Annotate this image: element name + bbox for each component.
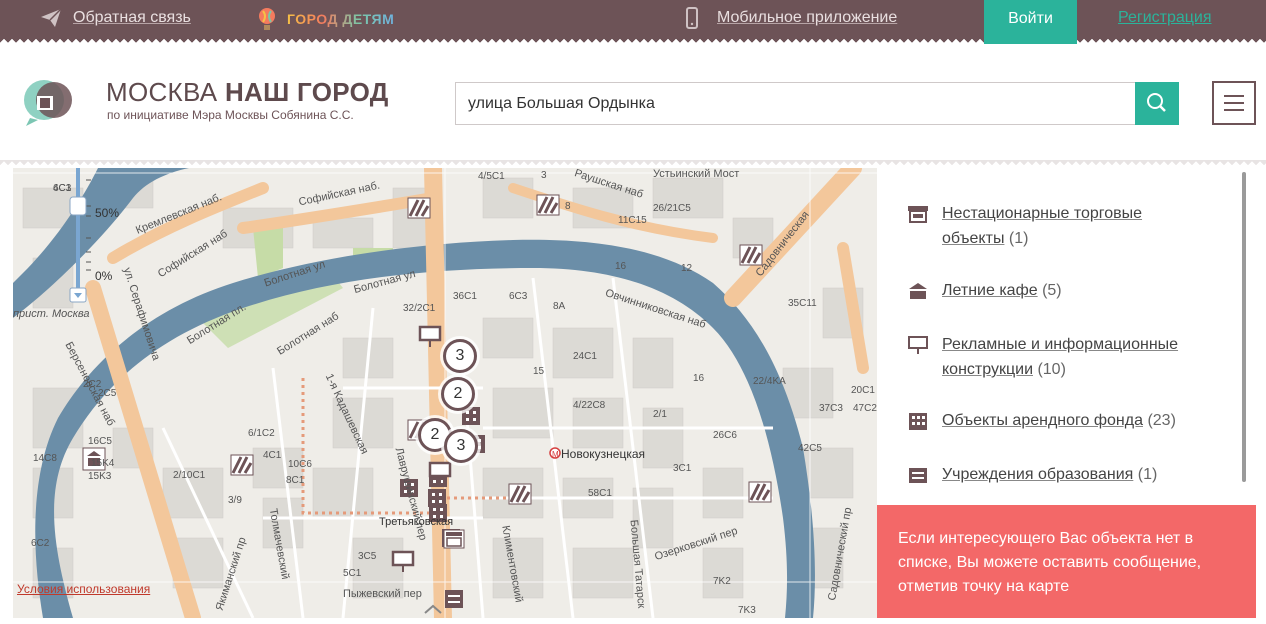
missing-object-notice[interactable]: Если интересующего Вас объекта нет в спи… xyxy=(877,505,1256,618)
house-number-label: 6/1C2 xyxy=(248,428,275,439)
house-number-label: 15 xyxy=(533,366,545,377)
menu-button[interactable] xyxy=(1212,81,1256,125)
house-number-label: 8A xyxy=(553,301,566,312)
house-number-label: 36C1 xyxy=(453,291,477,302)
login-button[interactable]: Войти xyxy=(984,0,1077,44)
metro-station-label[interactable]: Новокузнецкая xyxy=(561,447,645,461)
header-divider xyxy=(0,160,1266,168)
category-item-education[interactable]: Учреждения образования (1) xyxy=(907,462,1207,487)
street-label: Устьинский Мост xyxy=(653,168,740,180)
logo-icon[interactable] xyxy=(18,78,74,126)
house-number-label: 6C1 xyxy=(53,183,72,194)
map-cluster-marker[interactable]: 3 xyxy=(443,339,477,373)
house-number-label: 2C5 xyxy=(98,388,117,399)
street-label: Пыжевский пер xyxy=(343,588,422,600)
paper-plane-icon xyxy=(40,8,62,33)
building-icon xyxy=(907,411,929,431)
svg-text:M: M xyxy=(552,450,559,459)
house-number-label: 24C1 xyxy=(573,351,597,362)
smartphone-icon xyxy=(686,7,698,34)
house-number-label: 8C1 xyxy=(286,475,305,486)
mobile-app-link[interactable]: Мобильное приложение xyxy=(717,9,897,27)
zoom-label-50: 50% xyxy=(95,206,120,220)
cafe-icon xyxy=(907,281,929,301)
category-panel: Нестационарные торговые объекты (1) Летн… xyxy=(877,168,1256,506)
house-number-label: 4/22C8 xyxy=(573,400,606,411)
house-number-label: 4/5C1 xyxy=(478,171,505,182)
panel-scrollbar[interactable] xyxy=(1242,172,1246,482)
house-number-label: 2/1 xyxy=(653,409,667,420)
balloon-icon xyxy=(258,8,276,37)
street-label: прист. Москва xyxy=(13,308,90,320)
school-marker[interactable] xyxy=(445,590,463,608)
hamburger-line xyxy=(1224,102,1244,104)
roadworks-marker[interactable] xyxy=(748,481,772,503)
house-number-label: 42C5 xyxy=(798,443,822,454)
search-button[interactable] xyxy=(1135,82,1179,125)
city-for-kids-link[interactable]: ГОРОД ДЕТЯМ xyxy=(287,11,394,27)
house-number-label: 26/21C5 xyxy=(653,203,691,214)
house-number-label: 20C1 xyxy=(851,385,875,396)
category-item-advertising[interactable]: Рекламные и информационные конструкции (… xyxy=(907,332,1207,382)
roadworks-marker[interactable] xyxy=(508,483,532,505)
roadworks-marker[interactable] xyxy=(536,194,560,216)
house-number-label: 35C11 xyxy=(788,298,817,309)
house-number-label: 32/2C1 xyxy=(403,303,436,314)
house-number-label: 14C8 xyxy=(33,453,57,464)
house-number-label: 2/10C1 xyxy=(173,470,206,481)
house-number-label: 10C6 xyxy=(288,459,312,470)
category-item-kiosks[interactable]: Нестационарные торговые объекты (1) xyxy=(907,201,1207,251)
search-icon xyxy=(1147,93,1166,112)
category-item-rental-fund[interactable]: Объекты арендного фонда (23) xyxy=(907,408,1207,433)
house-number-label: 7K2 xyxy=(713,576,731,587)
house-number-label: 6C3 xyxy=(509,291,528,302)
building-marker[interactable] xyxy=(462,407,480,425)
hamburger-icon xyxy=(1224,95,1244,97)
house-number-label: 15K4 xyxy=(91,458,115,469)
map-cluster-marker[interactable]: 3 xyxy=(444,429,478,463)
house-number-label: 22/4KA xyxy=(753,376,786,387)
metro-station-label[interactable]: Третьяковская xyxy=(379,516,453,528)
category-item-summer-cafes[interactable]: Летние кафе (5) xyxy=(907,278,1207,303)
house-number-label: 3 xyxy=(541,170,547,181)
house-number-label: 3/9 xyxy=(228,495,242,506)
feedback-link[interactable]: Обратная связь xyxy=(73,9,191,27)
house-number-label: 3C1 xyxy=(673,463,692,474)
roadworks-marker[interactable] xyxy=(739,244,763,266)
house-number-label: 15K3 xyxy=(88,471,112,482)
house-number-label: 16C5 xyxy=(88,436,112,447)
house-number-label: 26C6 xyxy=(713,430,737,441)
house-number-label: 4C1 xyxy=(263,450,282,461)
brand-subtitle: по инициативе Мэра Москвы Собянина С.С. xyxy=(107,108,354,122)
house-number-label: 7K3 xyxy=(738,605,756,616)
search-input[interactable]: улица Большая Ордынка xyxy=(455,82,1136,125)
house-number-label: 16 xyxy=(615,261,627,272)
house-number-label: 47C2 xyxy=(853,403,877,414)
house-number-label: 8 xyxy=(565,201,571,212)
house-number-label: 6C2 xyxy=(31,538,50,549)
map[interactable]: M 50% 0% Софийская наб. Кремлевская наб.… xyxy=(13,168,877,618)
school-icon xyxy=(907,465,929,485)
zoom-label-0: 0% xyxy=(95,269,113,283)
register-link[interactable]: Регистрация xyxy=(1118,9,1212,27)
kiosk-icon xyxy=(907,204,929,224)
billboard-icon xyxy=(907,335,929,355)
house-number-label: 12 xyxy=(681,263,693,274)
house-number-label: 5C1 xyxy=(343,568,362,579)
house-number-label: 37C3 xyxy=(819,403,843,414)
brand-title[interactable]: МОСКВА НАШ ГОРОД xyxy=(106,77,389,108)
map-cluster-marker[interactable]: 2 xyxy=(441,377,475,411)
roadworks-marker[interactable] xyxy=(407,197,431,219)
house-number-label: 58C1 xyxy=(588,488,612,499)
roadworks-marker[interactable] xyxy=(230,454,254,476)
kiosk-marker[interactable] xyxy=(443,529,465,549)
terms-of-use-link[interactable]: Условия использования xyxy=(17,582,150,596)
house-number-label: 11C15 xyxy=(618,215,647,226)
hamburger-line xyxy=(1224,109,1244,111)
house-number-label: 3C5 xyxy=(358,551,377,562)
house-number-label: 16 xyxy=(693,373,705,384)
